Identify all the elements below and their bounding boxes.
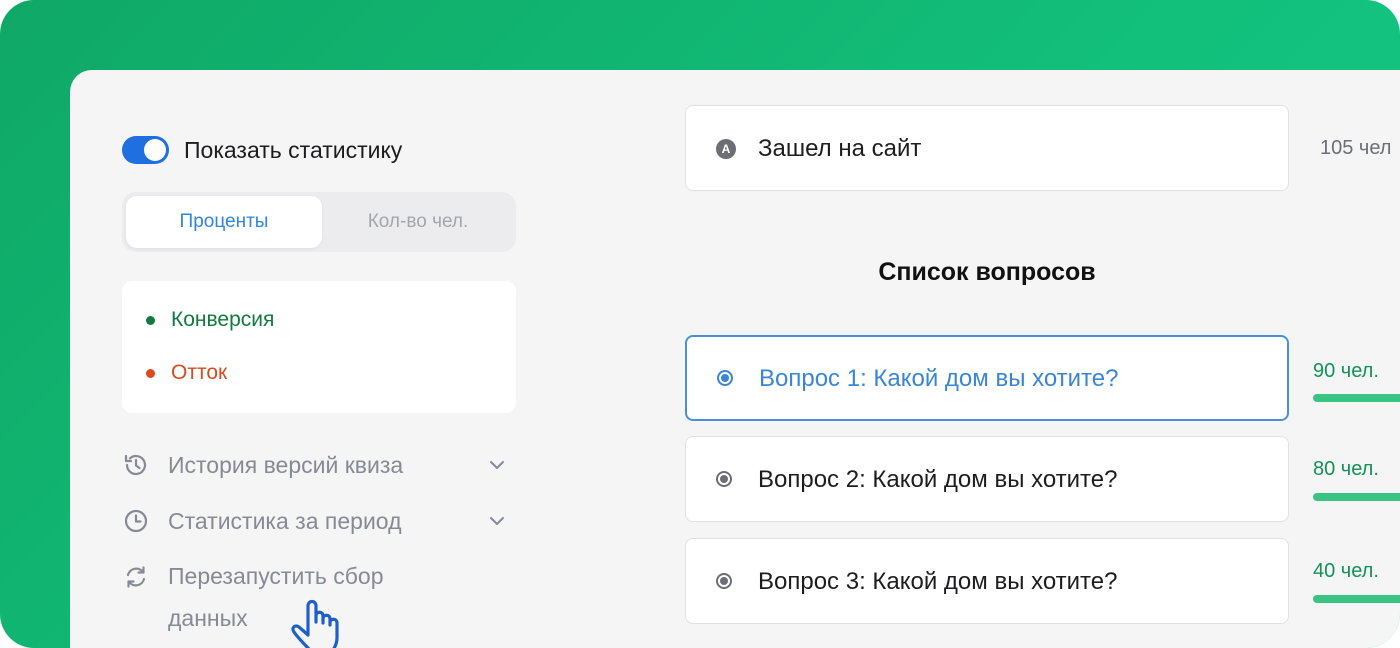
show-stats-toggle[interactable] [122, 136, 169, 164]
question-2-stat: 80 чел. [1313, 458, 1400, 501]
question-1-label: Вопрос 1: Какой дом вы хотите? [759, 365, 1119, 392]
entry-count: 105 чел [1320, 137, 1392, 159]
question-2-label: Вопрос 2: Какой дом вы хотите? [758, 466, 1118, 493]
question-1-stat: 90 чел. [1313, 360, 1400, 402]
legend-churn: Отток [146, 361, 227, 385]
legend-conversion-label: Конверсия [171, 308, 275, 331]
menu-restart-line1: Перезапустить сбор [168, 563, 384, 589]
chevron-down-icon[interactable] [488, 512, 506, 530]
radio-icon [716, 471, 732, 487]
chevron-down-icon[interactable] [488, 456, 506, 474]
question-card-3[interactable]: Вопрос 3: Какой дом вы хотите? [685, 538, 1289, 624]
radio-icon [716, 573, 732, 589]
legend-churn-label: Отток [171, 361, 228, 384]
background-frame: Показать статистику Проценты Кол-во чел.… [0, 0, 1400, 648]
menu-period-stats[interactable]: Статистика за период [122, 506, 516, 536]
main-panel: Показать статистику Проценты Кол-во чел.… [70, 70, 1400, 648]
refresh-icon [126, 566, 146, 588]
legend-conversion: Конверсия [146, 308, 274, 332]
hand-pointer-cursor-icon [291, 599, 339, 648]
question-3-stat: 40 чел. [1313, 560, 1400, 603]
conversion-dot [146, 315, 155, 325]
radio-icon [717, 370, 733, 386]
history-icon [124, 454, 147, 476]
question-1-bar [1313, 394, 1400, 402]
question-1-count: 90 чел. [1313, 360, 1379, 382]
entry-card[interactable]: A Зашел на сайт [685, 105, 1289, 191]
entry-label: Зашел на сайт [758, 135, 922, 162]
menu-version-history[interactable]: История версий квиза [122, 450, 516, 480]
display-mode-segmented-control: Проценты Кол-во чел. [122, 192, 516, 252]
show-stats-toggle-row[interactable]: Показать статистику [122, 134, 402, 166]
question-2-count: 80 чел. [1313, 458, 1379, 480]
legend: Конверсия Отток [122, 281, 516, 413]
churn-dot [146, 368, 155, 378]
toggle-knob [144, 139, 166, 161]
entry-badge: A [716, 139, 736, 159]
segment-count[interactable]: Кол-во чел. [324, 196, 512, 248]
clock-icon [124, 509, 148, 533]
questions-title: Список вопросов [878, 258, 1096, 286]
menu-period-stats-label: Статистика за период [168, 508, 402, 534]
segment-percent[interactable]: Проценты [126, 196, 322, 248]
question-card-1[interactable]: Вопрос 1: Какой дом вы хотите? [685, 335, 1289, 421]
question-2-bar [1313, 493, 1400, 501]
question-card-2[interactable]: Вопрос 2: Какой дом вы хотите? [685, 436, 1289, 522]
question-3-label: Вопрос 3: Какой дом вы хотите? [758, 568, 1118, 595]
menu-version-history-label: История версий квиза [168, 452, 404, 478]
show-stats-label: Показать статистику [184, 136, 403, 163]
question-3-count: 40 чел. [1313, 560, 1379, 582]
question-3-bar [1313, 595, 1400, 603]
